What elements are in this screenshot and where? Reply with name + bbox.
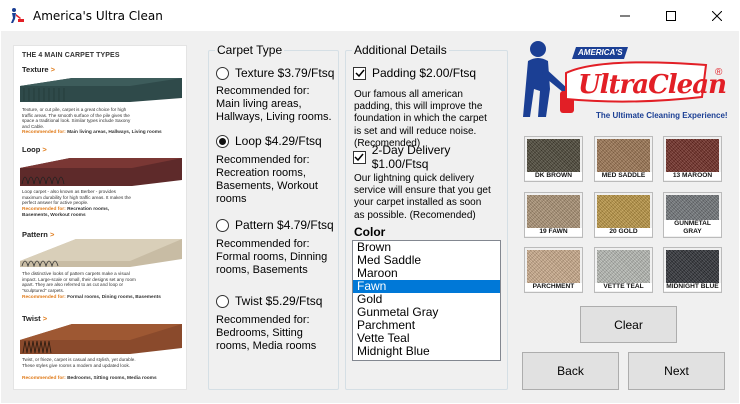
- back-button[interactable]: Back: [522, 352, 619, 390]
- delivery-checkbox-row[interactable]: 2-Day Delivery $1.00/Ftsq: [353, 143, 507, 171]
- swatch-label: PARCHMENT: [525, 283, 582, 291]
- minimize-icon: [620, 15, 630, 16]
- swatch-gunmetal-gray: GUNMETAL GRAY: [663, 192, 722, 238]
- delivery-description: Our lightning quick delivery service wil…: [354, 173, 491, 221]
- swatch-dk-brown: DK BROWN: [524, 136, 583, 182]
- window-title: America's Ultra Clean: [33, 9, 163, 23]
- swatch-texture: [597, 195, 650, 228]
- swatch-midnight-blue: MIDNIGHT BLUE: [663, 247, 722, 293]
- ultra-clean-logo: AMERICA'S UltraClean ® The Ultimate Clea…: [520, 39, 735, 125]
- minimize-button[interactable]: [602, 0, 648, 31]
- twist-recommendation: Recommended for: Bedrooms, Sitting rooms…: [216, 314, 317, 352]
- delivery-label: 2-Day Delivery $1.00/Ftsq: [371, 143, 451, 171]
- radio-button[interactable]: [216, 66, 229, 80]
- checkmark-icon: [354, 153, 364, 162]
- checkmark-icon: [354, 69, 365, 78]
- swatch-label: 20 GOLD: [595, 228, 652, 236]
- twist-carpet-illustration: [20, 324, 182, 354]
- color-label: Color: [354, 225, 386, 239]
- title-bar: America's Ultra Clean: [0, 0, 740, 31]
- padding-label: Padding $2.00/Ftsq: [372, 66, 477, 80]
- guide-type-pattern: Pattern >: [22, 230, 55, 239]
- swatch-vette-teal: VETTE TEAL: [594, 247, 653, 293]
- carpet-types-guide: THE 4 MAIN CARPET TYPES Texture > Textur…: [13, 45, 187, 390]
- carpet-type-legend: Carpet Type: [215, 43, 285, 57]
- clear-button[interactable]: Clear: [580, 306, 677, 343]
- radio-pattern-label: Pattern $4.79/Ftsq: [235, 218, 334, 232]
- close-button[interactable]: [694, 0, 740, 31]
- swatch-med-saddle: MED SADDLE: [594, 136, 653, 182]
- swatch-texture: [597, 139, 650, 172]
- maximize-icon: [666, 10, 676, 21]
- guide-loop-desc: Loop carpet - also known as Berber - pro…: [22, 189, 131, 206]
- pattern-recommendation: Recommended for: Formal rooms, Dinning r…: [216, 238, 328, 276]
- radio-texture-label: Texture $3.79/Ftsq: [235, 66, 335, 80]
- radio-button[interactable]: [216, 218, 229, 232]
- radio-pattern[interactable]: Pattern $4.79/Ftsq: [216, 217, 334, 233]
- radio-texture[interactable]: Texture $3.79/Ftsq: [216, 65, 334, 81]
- swatch-maroon: 13 MAROON: [663, 136, 722, 182]
- radio-loop-label: Loop $4.29/Ftsq: [235, 134, 322, 148]
- vacuum-person-icon: [11, 8, 24, 23]
- swatch-texture: [527, 250, 580, 283]
- guide-type-loop: Loop >: [22, 145, 47, 154]
- radio-twist-label: Twist $5.29/Ftsq: [235, 294, 323, 308]
- logo-brand: UltraClean: [578, 70, 727, 100]
- swatch-label: 19 FAWN: [525, 228, 582, 236]
- swatch-parchment: PARCHMENT: [524, 247, 583, 293]
- swatch-texture: [666, 139, 719, 172]
- guide-heading: THE 4 MAIN CARPET TYPES: [22, 52, 120, 59]
- padding-description: Our famous all american padding, this wi…: [354, 89, 487, 149]
- close-icon: [712, 10, 722, 21]
- guide-texture-desc: Texture, or cut pile, carpet is a great …: [22, 107, 131, 129]
- swatch-gold: 20 GOLD: [594, 192, 653, 238]
- loop-carpet-illustration: [20, 158, 182, 186]
- guide-pattern-desc: The distinctive looks of pattern carpets…: [22, 271, 136, 293]
- logo-banner: AMERICA'S: [578, 48, 623, 57]
- loop-recommendation: Recommended for: Recreation rooms, Basem…: [216, 154, 318, 205]
- guide-pattern-rec: Recommended for: Formal rooms, Dining ro…: [22, 295, 161, 300]
- swatch-label: 13 MAROON: [664, 172, 721, 180]
- pattern-carpet-illustration: [20, 239, 182, 267]
- color-listbox[interactable]: Brown Med Saddle Maroon Fawn Gold Gunmet…: [352, 240, 501, 361]
- texture-carpet-illustration: [20, 78, 182, 102]
- swatch-label: VETTE TEAL: [595, 283, 652, 291]
- logo-tagline: The Ultimate Cleaning Experience!: [596, 111, 728, 120]
- swatch-texture: [527, 195, 580, 228]
- swatch-texture: [527, 139, 580, 172]
- radio-button-checked[interactable]: [216, 134, 229, 148]
- next-button[interactable]: Next: [628, 352, 725, 390]
- swatch-label: DK BROWN: [525, 172, 582, 180]
- padding-checkbox-row[interactable]: Padding $2.00/Ftsq: [353, 65, 476, 81]
- swatch-fawn: 19 FAWN: [524, 192, 583, 238]
- texture-recommendation: Recommended for: Main living areas, Hall…: [216, 85, 332, 123]
- swatch-label: GUNMETAL GRAY: [664, 220, 721, 236]
- color-option-midnight-blue[interactable]: Midnight Blue: [353, 345, 500, 358]
- logo-registered: ®: [715, 67, 723, 78]
- radio-twist[interactable]: Twist $5.29/Ftsq: [216, 293, 322, 309]
- radio-button[interactable]: [216, 294, 229, 308]
- swatch-label: MED SADDLE: [595, 172, 652, 180]
- swatch-texture: [597, 250, 650, 283]
- guide-texture-rec: Recommended for: Main living areas, Hall…: [22, 130, 162, 135]
- swatch-label: MIDNIGHT BLUE: [664, 283, 721, 291]
- guide-twist-rec: Recommended for: Bedrooms, Sitting rooms…: [22, 376, 157, 381]
- delivery-checkbox[interactable]: [353, 150, 366, 164]
- carpet-type-group: Carpet Type Texture $3.79/Ftsq Recommend…: [208, 43, 339, 390]
- maximize-button[interactable]: [648, 0, 694, 31]
- guide-loop-rec: Recommended for: Recreation rooms, Basem…: [22, 207, 110, 218]
- swatch-texture: [666, 250, 719, 283]
- radio-loop[interactable]: Loop $4.29/Ftsq: [216, 133, 322, 149]
- additional-details-legend: Additional Details: [352, 43, 449, 57]
- guide-type-texture: Texture >: [22, 65, 56, 74]
- padding-checkbox[interactable]: [353, 66, 366, 80]
- guide-twist-desc: Twist, or frieze, carpet is casual and s…: [22, 357, 136, 368]
